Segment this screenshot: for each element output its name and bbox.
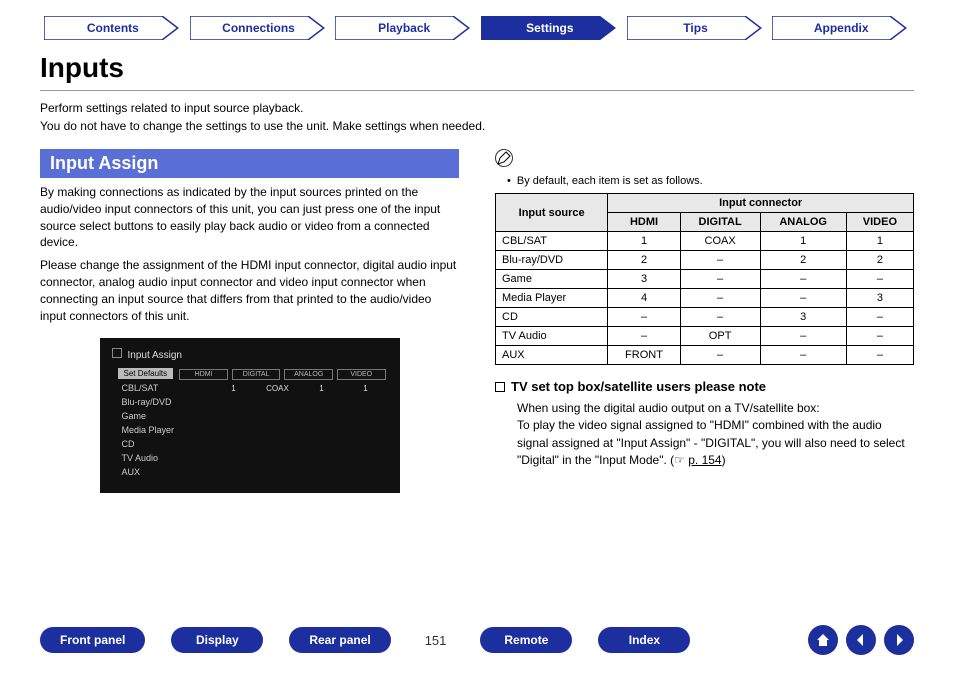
page-title: Inputs: [40, 52, 914, 84]
osd-header-row: Set Defaults HDMI DIGITAL ANALOG VIDEO: [112, 367, 388, 381]
tab-playback[interactable]: Playback: [335, 16, 473, 40]
osd-col-hdmi: HDMI: [179, 369, 228, 380]
table-row: CD––3–: [496, 308, 914, 327]
table-row: CBL/SAT1COAX11: [496, 232, 914, 251]
table-row: TV Audio–OPT––: [496, 327, 914, 346]
page-link[interactable]: p. 154: [688, 453, 721, 467]
note-heading-text: TV set top box/satellite users please no…: [511, 379, 766, 394]
section-heading: Input Assign: [40, 149, 459, 178]
osd-row: CBL/SAT1COAX11: [112, 381, 388, 395]
th-input-source: Input source: [496, 194, 608, 232]
remote-button[interactable]: Remote: [480, 627, 572, 653]
default-note: By default, each item is set as follows.: [507, 175, 914, 187]
tab-connections[interactable]: Connections: [190, 16, 328, 40]
hand-icon: ☞: [674, 453, 685, 467]
pencil-icon: [495, 149, 513, 167]
display-button[interactable]: Display: [171, 627, 263, 653]
prev-page-icon[interactable]: [846, 625, 876, 655]
table-row: Game3–––: [496, 270, 914, 289]
table-row: Blu-ray/DVD2–22: [496, 251, 914, 270]
osd-col-video: VIDEO: [337, 369, 386, 380]
osd-row: TV Audio: [112, 451, 388, 465]
tab-appendix[interactable]: Appendix: [772, 16, 910, 40]
note-heading: TV set top box/satellite users please no…: [495, 379, 914, 394]
intro-line-1: Perform settings related to input source…: [40, 101, 303, 115]
table-row: AUXFRONT–––: [496, 346, 914, 365]
right-column: By default, each item is set as follows.…: [495, 149, 914, 493]
th-hdmi: HDMI: [608, 213, 680, 232]
osd-row: AUX: [112, 465, 388, 479]
table-row: Media Player4––3: [496, 289, 914, 308]
section-para-1: By making connections as indicated by th…: [40, 184, 459, 251]
top-nav-tabs: Contents Connections Playback Settings Tips A…: [0, 0, 954, 40]
next-page-icon[interactable]: [884, 625, 914, 655]
rear-panel-button[interactable]: Rear panel: [289, 627, 390, 653]
note-line-2b: ): [722, 453, 726, 467]
note-box-icon: [495, 382, 505, 392]
intro-line-2: You do not have to change the settings t…: [40, 119, 485, 133]
intro-text: Perform settings related to input source…: [40, 99, 914, 135]
tab-contents[interactable]: Contents: [44, 16, 182, 40]
front-panel-button[interactable]: Front panel: [40, 627, 145, 653]
th-video: VIDEO: [846, 213, 913, 232]
index-button[interactable]: Index: [598, 627, 690, 653]
bottom-bar: Front panel Display Rear panel 151 Remot…: [0, 625, 954, 655]
divider: [40, 90, 914, 91]
left-column: Input Assign By making connections as in…: [40, 149, 459, 493]
page-body: Inputs Perform settings related to input…: [0, 40, 954, 493]
home-icon[interactable]: [808, 625, 838, 655]
page-number: 151: [417, 633, 455, 648]
osd-row: Media Player: [112, 423, 388, 437]
note-body: When using the digital audio output on a…: [517, 400, 914, 470]
osd-title: Input Assign: [112, 348, 388, 361]
th-input-connector: Input connector: [608, 194, 914, 213]
osd-set-defaults-button: Set Defaults: [118, 368, 174, 379]
osd-col-analog: ANALOG: [284, 369, 333, 380]
osd-row: CD: [112, 437, 388, 451]
tab-tips[interactable]: Tips: [627, 16, 765, 40]
th-digital: DIGITAL: [680, 213, 760, 232]
section-para-2: Please change the assignment of the HDMI…: [40, 257, 459, 324]
tab-settings[interactable]: Settings: [481, 16, 619, 40]
osd-screenshot: Input Assign Set Defaults HDMI DIGITAL A…: [100, 338, 400, 493]
nav-icons: [808, 625, 914, 655]
osd-row: Game: [112, 409, 388, 423]
connector-table: Input source Input connector HDMI DIGITA…: [495, 193, 914, 365]
osd-row: Blu-ray/DVD: [112, 395, 388, 409]
note-line-1: When using the digital audio output on a…: [517, 401, 820, 415]
th-analog: ANALOG: [760, 213, 846, 232]
osd-col-digital: DIGITAL: [232, 369, 281, 380]
